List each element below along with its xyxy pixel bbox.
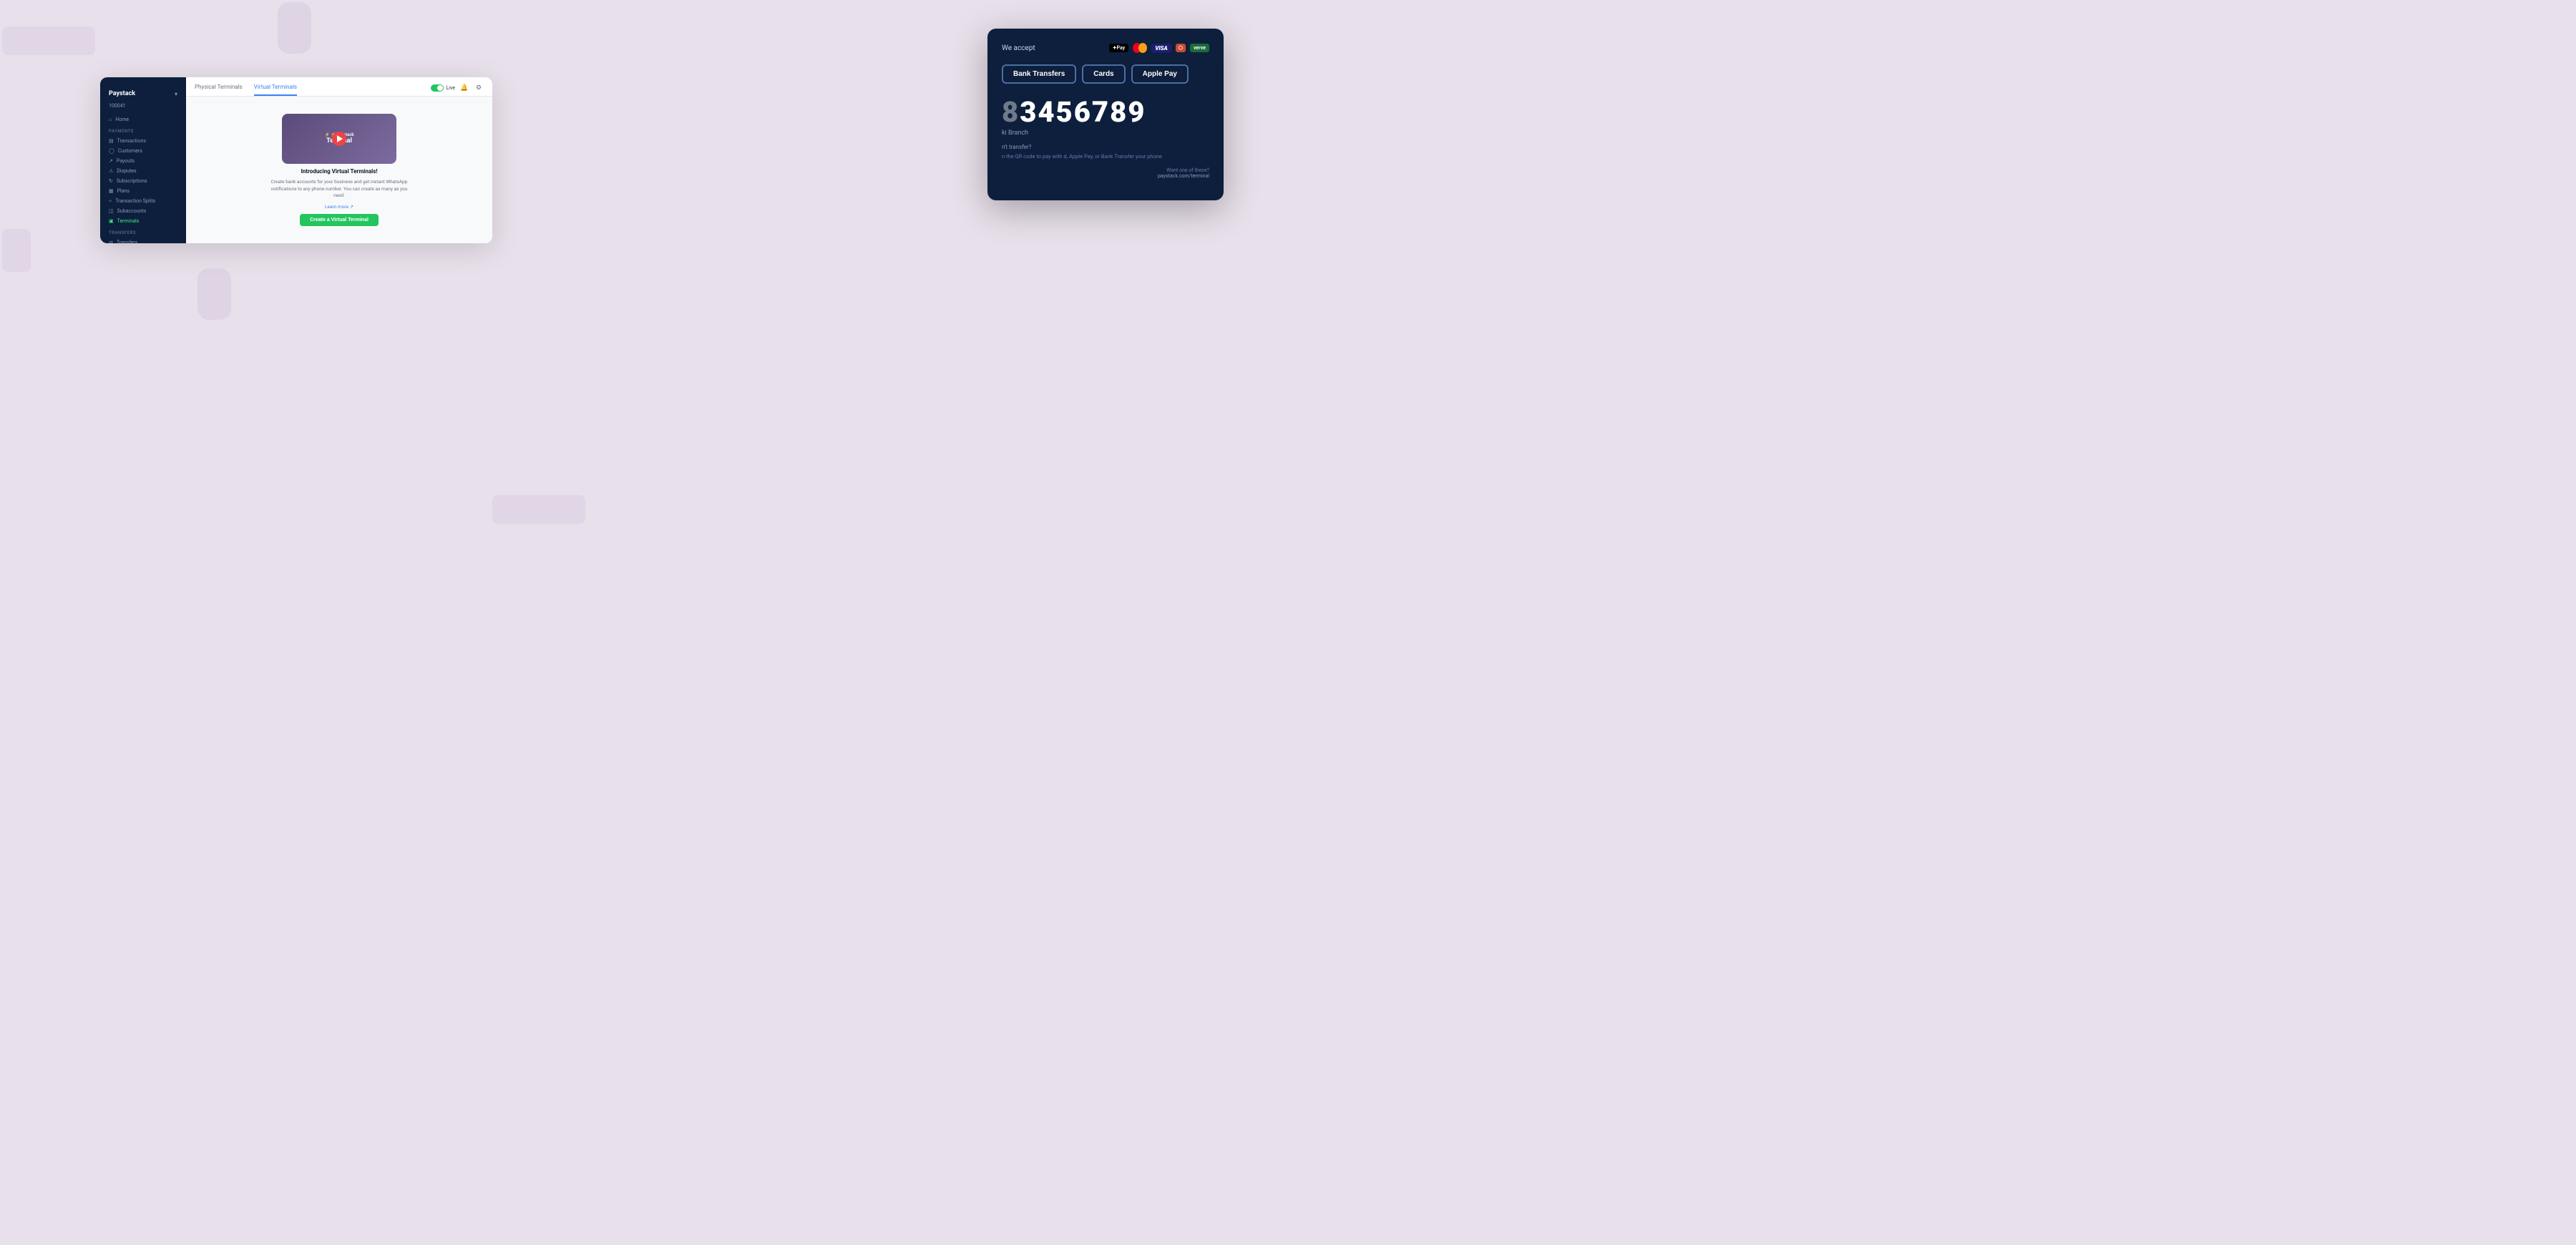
main-body: ⚡ ⚡Paystack Terminal Introducing Virtual… (186, 97, 492, 243)
play-button[interactable] (332, 132, 346, 146)
main-content: Physical Terminals Virtual Terminals Liv… (186, 77, 492, 243)
we-accept-row: We accept ✦Pay VISA ⬡ verve (1002, 43, 1209, 53)
notification-icon[interactable]: 🔔 (459, 83, 469, 93)
apple-pay-icon: ✦Pay (1109, 44, 1129, 52)
payment-card: We accept ✦Pay VISA ⬡ verve Bank Transfe… (987, 29, 1224, 200)
want-one-text: Want one of these? paystack.com/terminal (1158, 167, 1209, 179)
account-number-section: 83456789 ki Branch (1002, 98, 1209, 137)
plans-icon: ▦ (109, 188, 114, 194)
tab-bar: Physical Terminals Virtual Terminals Liv… (186, 77, 492, 97)
bg-card-3 (492, 495, 585, 524)
sidebar-section-transfers: TRANSFERS (100, 226, 186, 238)
branch-info: ki Branch (1002, 130, 1209, 137)
verve-icon: verve (1190, 44, 1209, 52)
sidebar-item-terminals[interactable]: ▣ Terminals (100, 216, 186, 226)
cant-transfer-title: n't transfer? (1002, 144, 1209, 150)
account-prefix-hidden: 8 (1002, 95, 1020, 129)
sidebar-item-plans[interactable]: ▦ Plans (100, 186, 186, 196)
home-icon: ⌂ (109, 117, 112, 122)
we-accept-text: We accept (1002, 44, 1035, 52)
sidebar-item-transfers[interactable]: ⇄ Transfers (100, 238, 186, 243)
splits-icon: ⑃ (109, 198, 112, 204)
sidebar-item-subaccounts[interactable]: ◫ Subaccounts (100, 206, 186, 216)
footer-row: Want one of these? paystack.com/terminal (1002, 167, 1209, 179)
payouts-icon: ↗ (109, 158, 113, 164)
sidebar-item-disputes[interactable]: ⚠ Disputes (100, 166, 186, 176)
sidebar-label-transactions: Transactions (117, 138, 146, 144)
sidebar-item-customers[interactable]: ◯ Customers (100, 146, 186, 156)
subaccounts-icon: ◫ (109, 208, 114, 214)
sidebar-dropdown-icon[interactable]: ▾ (175, 91, 177, 97)
sidebar-item-subscriptions[interactable]: ↻ Subscriptions (100, 176, 186, 186)
customers-icon: ◯ (109, 148, 114, 154)
live-toggle[interactable]: Live (431, 84, 455, 92)
interswitch-icon: ⬡ (1176, 44, 1186, 52)
sidebar-item-home[interactable]: ⌂ Home (100, 114, 186, 125)
intro-desc: Create bank accounts for your business a… (268, 179, 411, 200)
bg-phone-2 (197, 268, 231, 320)
dashboard-window: Paystack ▾ 100041 ⌂ Home PAYMENTS ▤ Tran… (100, 77, 492, 243)
tab-physical[interactable]: Physical Terminals (195, 84, 243, 96)
terminals-icon: ▣ (109, 218, 114, 224)
sidebar-label-splits: Transaction Splits (115, 198, 155, 204)
payment-buttons-row: Bank Transfers Cards Apple Pay (1002, 64, 1209, 84)
sidebar-item-splits[interactable]: ⑃ Transaction Splits (100, 196, 186, 206)
intro-title: Introducing Virtual Terminals! (301, 168, 377, 175)
sidebar-label-plans: Plans (117, 188, 130, 194)
disputes-icon: ⚠ (109, 168, 113, 174)
sidebar-label-subaccounts: Subaccounts (117, 208, 147, 214)
video-card: ⚡ ⚡Paystack Terminal (282, 114, 396, 164)
sidebar-label-terminals: Terminals (117, 218, 140, 224)
sidebar-logo-text: Paystack (109, 90, 135, 97)
live-text: Live (446, 85, 455, 91)
bank-transfers-button[interactable]: Bank Transfers (1002, 64, 1076, 84)
sidebar-label-transfers: Transfers (117, 240, 138, 243)
account-number: 83456789 (1002, 98, 1209, 127)
sidebar-item-label-home: Home (115, 117, 129, 122)
sidebar-label-customers: Customers (118, 148, 142, 154)
transactions-icon: ▤ (109, 138, 114, 144)
visa-icon: VISA (1151, 44, 1171, 53)
bg-card-2 (2, 229, 31, 272)
sidebar: Paystack ▾ 100041 ⌂ Home PAYMENTS ▤ Tran… (100, 77, 186, 243)
create-virtual-terminal-button[interactable]: Create a Virtual Terminal (300, 214, 379, 226)
settings-gear-icon[interactable]: ⚙ (474, 83, 484, 93)
tab-actions: Live 🔔 ⚙ (431, 83, 484, 96)
mastercard-icon (1133, 43, 1147, 53)
cant-transfer-desc: n the QR code to pay with d, Apple Pay, … (1002, 152, 1209, 160)
bg-phone-1 (278, 2, 311, 54)
toggle-switch[interactable] (431, 84, 444, 92)
sidebar-label-payouts: Payouts (117, 158, 135, 164)
sidebar-section-payments: PAYMENTS (100, 125, 186, 136)
tab-virtual[interactable]: Virtual Terminals (254, 84, 297, 96)
paystack-url: paystack.com/terminal (1158, 173, 1209, 179)
sidebar-item-transactions[interactable]: ▤ Transactions (100, 136, 186, 146)
sidebar-logo-area: Paystack ▾ (100, 86, 186, 103)
apple-pay-button[interactable]: Apple Pay (1131, 64, 1189, 84)
sidebar-label-disputes: Disputes (117, 168, 136, 174)
cards-button[interactable]: Cards (1082, 64, 1125, 84)
learn-more-link[interactable]: Learn more ↗ (325, 204, 353, 210)
subscriptions-icon: ↻ (109, 178, 113, 184)
play-icon (337, 135, 343, 142)
sidebar-label-subscriptions: Subscriptions (117, 178, 147, 184)
sidebar-account: 100041 (100, 103, 186, 114)
sidebar-item-payouts[interactable]: ↗ Payouts (100, 156, 186, 166)
bg-card-1 (2, 26, 95, 55)
payment-icons-row: ✦Pay VISA ⬡ verve (1109, 43, 1209, 53)
transfers-icon: ⇄ (109, 240, 113, 243)
